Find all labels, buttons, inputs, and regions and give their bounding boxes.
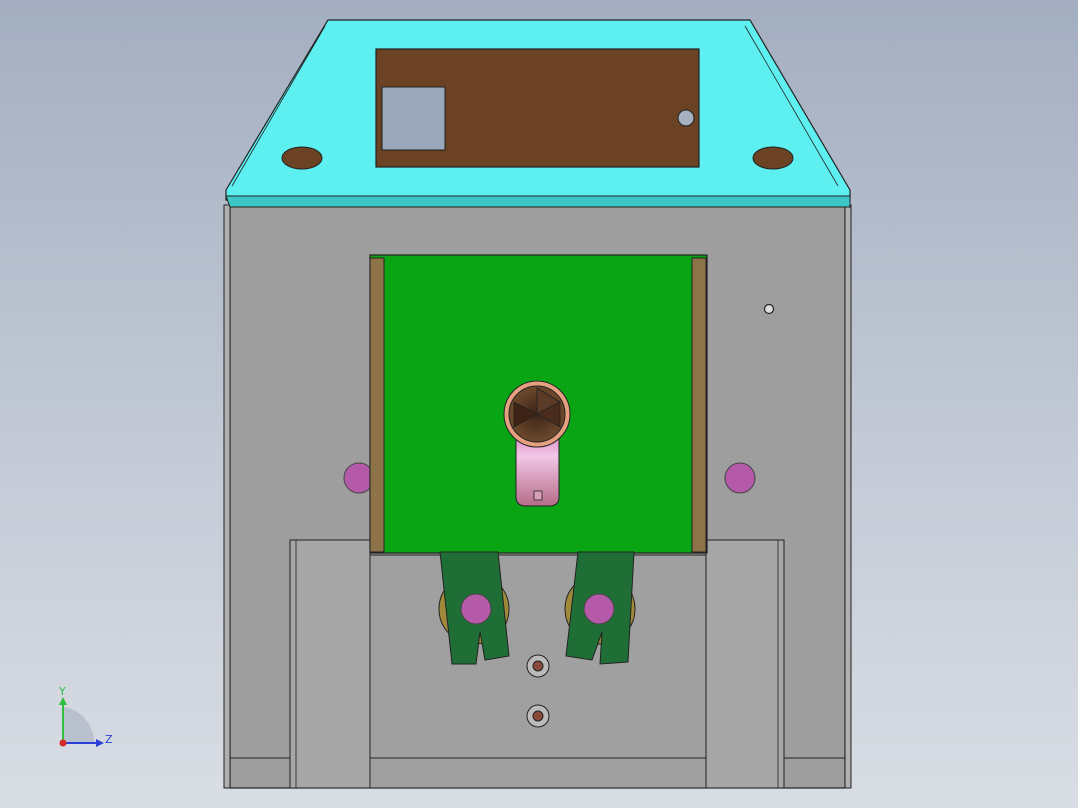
left-arm-pin	[460, 593, 492, 625]
upper-screw	[526, 654, 550, 678]
right-side-pin	[724, 462, 756, 494]
cad-viewport[interactable]	[0, 0, 1078, 808]
lower-screw	[526, 704, 550, 728]
axis-triad: Y Z	[58, 685, 113, 747]
right-arm-pin	[583, 593, 615, 625]
body-small-hole	[763, 303, 775, 315]
origin-icon	[59, 739, 67, 747]
right-oval-hole	[752, 146, 794, 170]
y-axis-label: Y	[58, 685, 66, 698]
z-axis-label: Z	[105, 733, 113, 746]
left-oval-hole	[281, 146, 323, 170]
brown-plate	[375, 48, 700, 168]
